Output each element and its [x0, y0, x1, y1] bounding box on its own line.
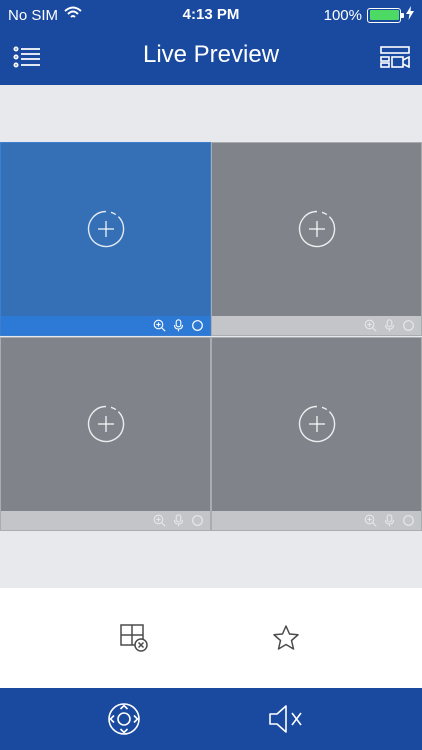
video-window-1[interactable]: [0, 142, 211, 336]
nav-bar: Live Preview: [0, 30, 422, 85]
window-control-bar: [1, 316, 210, 335]
ptz-direction-icon[interactable]: [106, 701, 142, 737]
battery-percent: 100%: [323, 6, 362, 24]
close-all-windows-icon[interactable]: [118, 622, 150, 654]
record-circle-icon[interactable]: [402, 514, 415, 527]
record-circle-icon[interactable]: [191, 319, 204, 332]
microphone-icon[interactable]: [383, 319, 396, 332]
microphone-icon[interactable]: [383, 514, 396, 527]
record-circle-icon[interactable]: [191, 514, 204, 527]
video-window-2[interactable]: [211, 142, 422, 336]
record-circle-icon[interactable]: [402, 319, 415, 332]
microphone-icon[interactable]: [172, 514, 185, 527]
microphone-icon[interactable]: [172, 319, 185, 332]
window-control-bar: [212, 511, 421, 530]
zoom-in-icon[interactable]: [153, 514, 166, 527]
page-title: Live Preview: [142, 41, 280, 68]
add-circle-icon[interactable]: [298, 405, 336, 443]
app-header: No SIM 4:13 PM 100% Live Preview: [0, 0, 422, 85]
action-toolbar: [0, 588, 422, 688]
zoom-in-icon[interactable]: [364, 319, 377, 332]
zoom-in-icon[interactable]: [153, 319, 166, 332]
speaker-muted-icon[interactable]: [268, 701, 304, 737]
bottom-bar: [0, 688, 422, 750]
add-circle-icon[interactable]: [87, 210, 125, 248]
video-grid: [0, 142, 422, 531]
add-circle-icon[interactable]: [87, 405, 125, 443]
zoom-in-icon[interactable]: [364, 514, 377, 527]
battery-icon: [367, 7, 404, 23]
status-bar: No SIM 4:13 PM 100%: [0, 0, 422, 30]
device-layout-icon[interactable]: [380, 44, 410, 70]
status-right: 100%: [324, 6, 414, 24]
video-window-4[interactable]: [211, 337, 422, 531]
video-window-3[interactable]: [0, 337, 211, 531]
star-icon[interactable]: [270, 622, 302, 654]
battery-fill: [369, 10, 399, 20]
window-control-bar: [212, 316, 421, 335]
window-control-bar: [1, 511, 210, 530]
charging-bolt-icon: [406, 6, 414, 24]
add-circle-icon[interactable]: [298, 210, 336, 248]
